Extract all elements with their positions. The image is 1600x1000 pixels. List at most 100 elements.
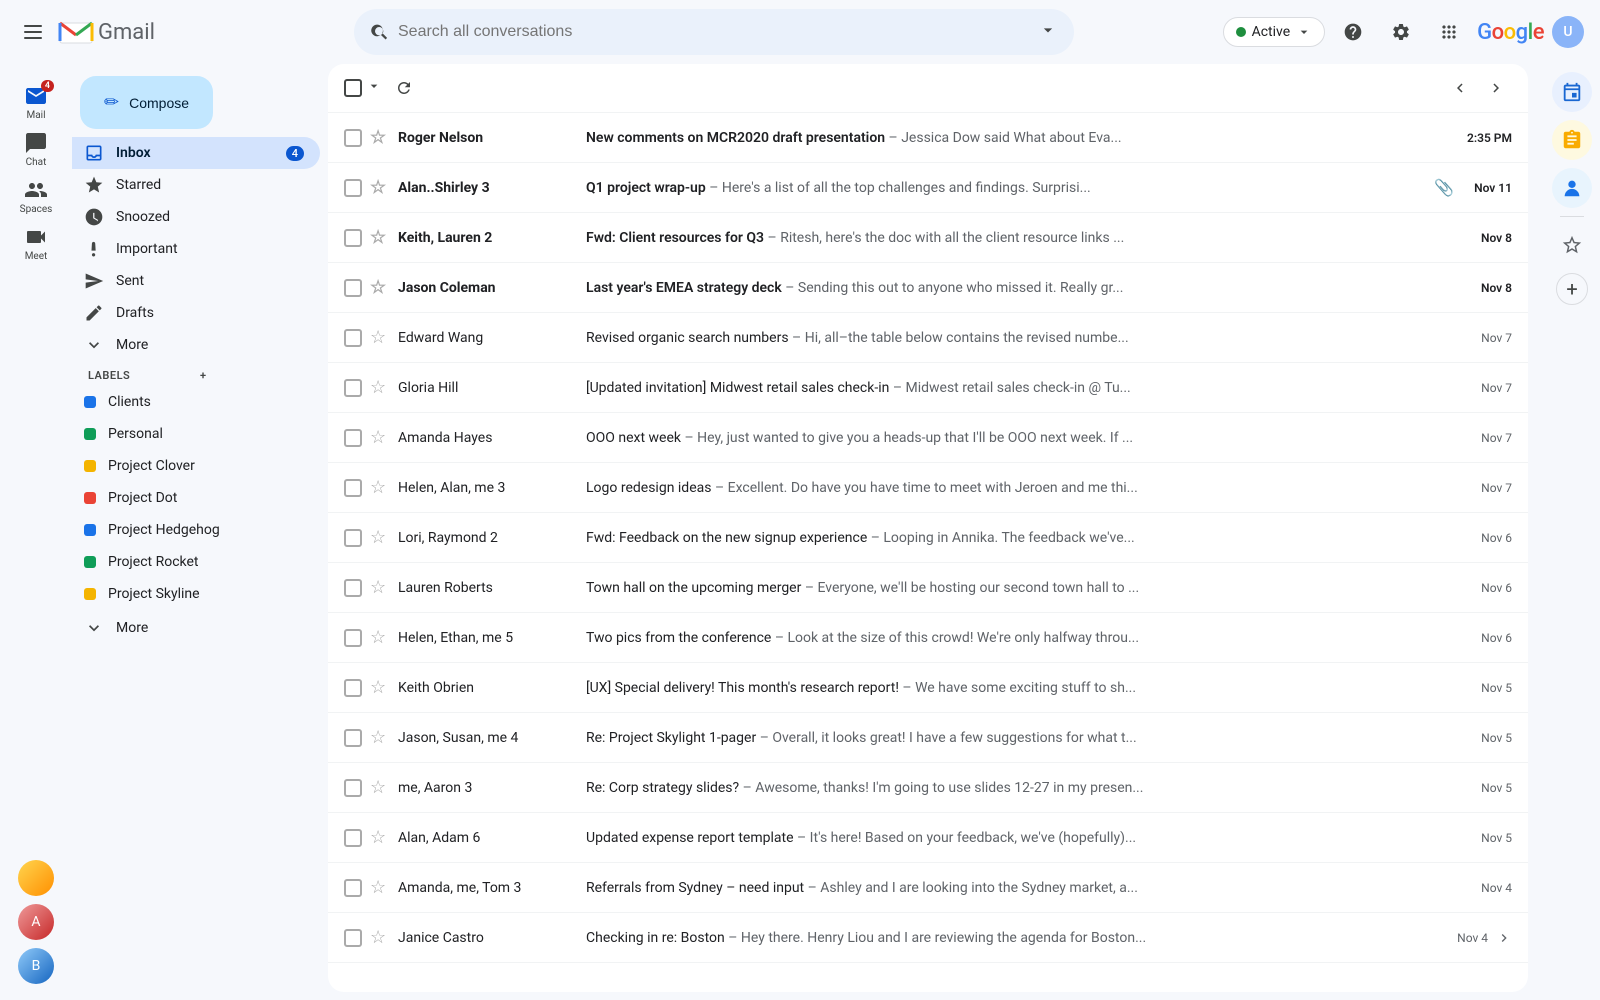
hamburger-menu[interactable] — [16, 17, 50, 47]
tasks-panel-button[interactable] — [1552, 120, 1592, 160]
label-project-skyline[interactable]: Project Skyline — [72, 578, 320, 610]
date-8: Nov 7 — [1462, 481, 1512, 495]
row-checkbox-8[interactable] — [344, 479, 362, 497]
labels-add-button[interactable]: + — [200, 369, 312, 382]
refresh-button[interactable] — [388, 72, 420, 104]
row-checkbox-4[interactable] — [344, 279, 362, 297]
row-checkbox-11[interactable] — [344, 629, 362, 647]
row-star-7[interactable]: ☆ — [370, 428, 390, 448]
row-checkbox-5[interactable] — [344, 329, 362, 347]
bottom-avatar-1[interactable] — [18, 860, 54, 896]
row-checkbox-16[interactable] — [344, 879, 362, 897]
search-bar[interactable] — [354, 9, 1074, 55]
row-star-3[interactable]: ☆ — [370, 228, 390, 248]
row-checkbox-1[interactable] — [344, 129, 362, 147]
add-addon-button[interactable]: + — [1556, 273, 1588, 305]
row-checkbox-15[interactable] — [344, 829, 362, 847]
row-checkbox-9[interactable] — [344, 529, 362, 547]
sidebar-item-more-labels[interactable]: More — [72, 612, 320, 644]
sidebar-item-starred[interactable]: Starred — [72, 169, 320, 201]
help-button[interactable] — [1333, 12, 1373, 52]
email-row[interactable]: ☆ Lauren Roberts Town hall on the upcomi… — [328, 563, 1528, 613]
label-project-dot[interactable]: Project Dot — [72, 482, 320, 514]
status-button[interactable]: Active — [1223, 17, 1326, 47]
label-project-hedgehog[interactable]: Project Hedgehog — [72, 514, 320, 546]
email-row[interactable]: ☆ Edward Wang Revised organic search num… — [328, 313, 1528, 363]
calendar-panel-button[interactable] — [1552, 72, 1592, 112]
search-input[interactable] — [398, 23, 1030, 41]
date-15: Nov 5 — [1462, 831, 1512, 845]
row-star-14[interactable]: ☆ — [370, 778, 390, 798]
date-9: Nov 6 — [1462, 531, 1512, 545]
email-row[interactable]: ☆ Janice Castro Checking in re: Boston –… — [328, 913, 1528, 963]
select-all-checkbox[interactable] — [344, 79, 362, 97]
email-row[interactable]: ☆ Amanda, me, Tom 3 Referrals from Sydne… — [328, 863, 1528, 913]
row-star-1[interactable]: ☆ — [370, 128, 390, 148]
bottom-avatar-3[interactable]: B — [18, 948, 54, 984]
row-star-2[interactable]: ☆ — [370, 178, 390, 198]
email-row[interactable]: ☆ Roger Nelson New comments on MCR2020 d… — [328, 113, 1528, 163]
email-row[interactable]: ☆ Helen, Alan, me 3 Logo redesign ideas … — [328, 463, 1528, 513]
row-star-12[interactable]: ☆ — [370, 678, 390, 698]
row-star-17[interactable]: ☆ — [370, 928, 390, 948]
row-star-13[interactable]: ☆ — [370, 728, 390, 748]
row-checkbox-6[interactable] — [344, 379, 362, 397]
row-star-5[interactable]: ☆ — [370, 328, 390, 348]
row-star-6[interactable]: ☆ — [370, 378, 390, 398]
date-6: Nov 7 — [1462, 381, 1512, 395]
email-row[interactable]: ☆ Lori, Raymond 2 Fwd: Feedback on the n… — [328, 513, 1528, 563]
select-all-dropdown[interactable] — [364, 76, 384, 100]
row-star-8[interactable]: ☆ — [370, 478, 390, 498]
email-row[interactable]: ☆ Amanda Hayes OOO next week – Hey, just… — [328, 413, 1528, 463]
email-row[interactable]: ☆ Alan, Adam 6 Updated expense report te… — [328, 813, 1528, 863]
sidebar-item-inbox[interactable]: Inbox 4 — [72, 137, 320, 169]
bottom-avatar-2[interactable]: A — [18, 904, 54, 940]
row-checkbox-3[interactable] — [344, 229, 362, 247]
email-row[interactable]: ☆ me, Aaron 3 Re: Corp strategy slides? … — [328, 763, 1528, 813]
row-star-16[interactable]: ☆ — [370, 878, 390, 898]
date-10: Nov 6 — [1462, 581, 1512, 595]
row-checkbox-2[interactable] — [344, 179, 362, 197]
prev-page-button[interactable] — [1444, 72, 1476, 104]
row-star-11[interactable]: ☆ — [370, 628, 390, 648]
apps-button[interactable] — [1429, 12, 1469, 52]
user-avatar[interactable]: U — [1552, 16, 1584, 48]
row-star-4[interactable]: ☆ — [370, 278, 390, 298]
settings-button[interactable] — [1381, 12, 1421, 52]
label-clients[interactable]: Clients — [72, 386, 320, 418]
email-row[interactable]: ☆ Helen, Ethan, me 5 Two pics from the c… — [328, 613, 1528, 663]
next-page-button[interactable] — [1480, 72, 1512, 104]
compose-button[interactable]: ✏ Compose — [80, 76, 213, 129]
row-checkbox-17[interactable] — [344, 929, 362, 947]
contacts-panel-button[interactable] — [1552, 168, 1592, 208]
sidebar-item-sent[interactable]: Sent — [72, 265, 320, 297]
row-star-15[interactable]: ☆ — [370, 828, 390, 848]
row-checkbox-14[interactable] — [344, 779, 362, 797]
row-checkbox-12[interactable] — [344, 679, 362, 697]
sidebar-item-important[interactable]: Important — [72, 233, 320, 265]
email-row[interactable]: ☆ Jason, Susan, me 4 Re: Project Skyligh… — [328, 713, 1528, 763]
star-addon-button[interactable] — [1552, 225, 1592, 265]
label-personal[interactable]: Personal — [72, 418, 320, 450]
sidebar-item-meet[interactable]: Meet — [4, 221, 68, 266]
sidebar-item-chat[interactable]: Chat — [4, 127, 68, 172]
label-project-rocket[interactable]: Project Rocket — [72, 546, 320, 578]
row-star-9[interactable]: ☆ — [370, 528, 390, 548]
sidebar-item-drafts[interactable]: Drafts — [72, 297, 320, 329]
row-checkbox-13[interactable] — [344, 729, 362, 747]
email-row[interactable]: ☆ Jason Coleman Last year's EMEA strateg… — [328, 263, 1528, 313]
email-row[interactable]: ☆ Keith Obrien [UX] Special delivery! Th… — [328, 663, 1528, 713]
sidebar-item-more[interactable]: More — [72, 329, 320, 361]
label-project-clover[interactable]: Project Clover — [72, 450, 320, 482]
row-star-10[interactable]: ☆ — [370, 578, 390, 598]
email-row[interactable]: ☆ Gloria Hill [Updated invitation] Midwe… — [328, 363, 1528, 413]
sidebar-item-spaces[interactable]: Spaces — [4, 174, 68, 219]
sidebar-item-snoozed[interactable]: Snoozed — [72, 201, 320, 233]
compose-pencil-icon: ✏ — [104, 92, 119, 113]
row-checkbox-7[interactable] — [344, 429, 362, 447]
search-dropdown-arrow[interactable] — [1038, 20, 1058, 44]
row-checkbox-10[interactable] — [344, 579, 362, 597]
sidebar-item-mail[interactable]: 4 Mail — [4, 80, 68, 125]
email-row[interactable]: ☆ Keith, Lauren 2 Fwd: Client resources … — [328, 213, 1528, 263]
email-row[interactable]: ☆ Alan..Shirley 3 Q1 project wrap-up – H… — [328, 163, 1528, 213]
